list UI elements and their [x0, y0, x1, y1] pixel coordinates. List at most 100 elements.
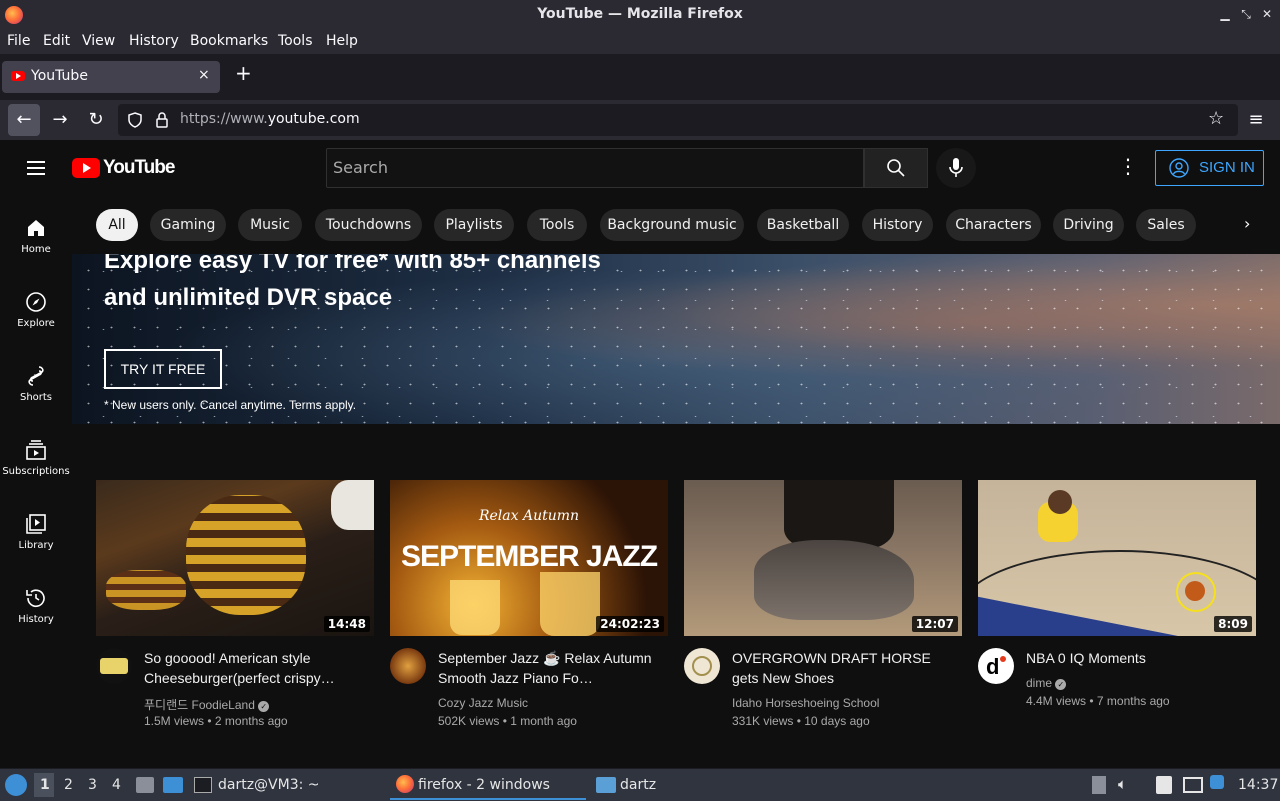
menu-file[interactable]: File	[7, 33, 30, 49]
file-manager-launcher-icon[interactable]	[136, 777, 154, 793]
video-thumbnail[interactable]: Relax Autumn SEPTEMBER JAZZ 24:02:23	[390, 480, 668, 636]
clipboard-icon[interactable]	[1156, 776, 1172, 794]
chip-driving[interactable]: Driving	[1053, 209, 1124, 241]
channel-avatar[interactable]	[390, 648, 426, 684]
chip-playlists[interactable]: Playlists	[434, 209, 514, 241]
search-button[interactable]	[864, 148, 928, 188]
workspace-4[interactable]: 4	[112, 777, 121, 793]
video-title[interactable]: September Jazz ☕ Relax Autumn Smooth Jaz…	[438, 648, 658, 688]
volume-icon[interactable]: 🔈︎	[1118, 775, 1127, 793]
sidebar-item-explore[interactable]: Explore	[0, 270, 72, 344]
microphone-icon	[949, 158, 963, 177]
thumbnail-title-text: SEPTEMBER JAZZ	[400, 540, 658, 573]
minimize-icon[interactable]: ▁	[1216, 5, 1234, 23]
video-title[interactable]: OVERGROWN DRAFT HORSE gets New Shoes	[732, 648, 952, 688]
channel-name[interactable]: Cozy Jazz Music	[438, 696, 528, 710]
back-button[interactable]: ←	[8, 104, 40, 136]
start-menu-icon[interactable]	[5, 774, 27, 796]
chip-all[interactable]: All	[96, 209, 138, 241]
chip-gaming[interactable]: Gaming	[150, 209, 226, 241]
maximize-icon[interactable]: ⤡	[1237, 5, 1255, 23]
video-card[interactable]: 14:48 So gooood! American style Cheesebu…	[96, 480, 374, 740]
search-input[interactable]: Search	[326, 148, 864, 188]
url-bar[interactable]: https://www.youtube.com ☆	[118, 104, 1238, 136]
channel-name[interactable]: 푸디랜드 FoodieLand ✓	[144, 696, 270, 713]
video-title[interactable]: So gooood! American style Cheeseburger(p…	[144, 648, 364, 688]
sidebar-item-subscriptions[interactable]: Subscriptions	[0, 418, 72, 492]
menu-tools[interactable]: Tools	[278, 33, 313, 49]
sidebar-item-library[interactable]: Library	[0, 492, 72, 566]
library-icon	[26, 514, 46, 534]
reload-button[interactable]: ↻	[80, 104, 112, 136]
video-thumbnail[interactable]: 8:09	[978, 480, 1256, 636]
chip-basketball[interactable]: Basketball	[757, 209, 849, 241]
chevron-right-icon[interactable]: ›	[1244, 214, 1250, 233]
taskbar-folder-label[interactable]: dartz	[620, 777, 656, 793]
menu-help[interactable]: Help	[326, 33, 358, 49]
tab-youtube[interactable]: YouTube ×	[2, 61, 220, 93]
close-icon[interactable]: ✕	[1258, 5, 1276, 23]
chip-bar: All Gaming Music Touchdowns Playlists To…	[72, 196, 1280, 254]
clock: 14:37	[1238, 777, 1279, 793]
youtube-logo-icon[interactable]	[72, 158, 100, 178]
video-card[interactable]: 8:09 d NBA 0 IQ Moments dime ✓ 4.4M view…	[978, 480, 1256, 740]
bookmark-star-icon[interactable]: ☆	[1208, 108, 1224, 129]
settings-kebab-icon[interactable]: ⋮	[1118, 154, 1138, 178]
channel-avatar[interactable]	[96, 648, 132, 684]
chip-characters[interactable]: Characters	[946, 209, 1041, 241]
video-thumbnail[interactable]: 14:48	[96, 480, 374, 636]
channel-avatar[interactable]: d	[978, 648, 1014, 684]
workspace-3[interactable]: 3	[88, 777, 97, 793]
menu-bookmarks[interactable]: Bookmarks	[190, 33, 268, 49]
channel-name[interactable]: dime ✓	[1026, 676, 1067, 690]
app-menu-button[interactable]: ≡	[1240, 104, 1272, 136]
compass-icon	[26, 292, 46, 312]
chip-touchdowns[interactable]: Touchdowns	[315, 209, 422, 241]
voice-search-button[interactable]	[936, 148, 976, 188]
taskbar-terminal-label[interactable]: dartz@VM3: ~	[218, 777, 320, 793]
lock-icon[interactable]	[154, 111, 170, 129]
notification-icon[interactable]	[1210, 775, 1224, 789]
promo-banner[interactable]: Explore easy TV for free* with 85+ chann…	[72, 254, 1280, 424]
history-icon	[26, 589, 45, 608]
menu-view[interactable]: View	[82, 33, 115, 49]
new-tab-button[interactable]: +	[235, 61, 252, 85]
url-text[interactable]: https://www.youtube.com	[180, 111, 360, 127]
network-icon[interactable]	[1183, 777, 1203, 793]
guide-sidebar: Home Explore Shorts Subscriptions Librar…	[0, 196, 72, 768]
guide-menu-icon[interactable]	[27, 157, 45, 179]
video-card[interactable]: 12:07 OVERGROWN DRAFT HORSE gets New Sho…	[684, 480, 962, 740]
taskbar-firefox-label[interactable]: firefox - 2 windows	[418, 777, 550, 793]
forward-button[interactable]: →	[44, 104, 76, 136]
menu-history[interactable]: History	[129, 33, 179, 49]
battery-icon[interactable]	[1092, 776, 1106, 794]
try-it-free-button[interactable]: TRY IT FREE	[104, 349, 222, 389]
video-title[interactable]: NBA 0 IQ Moments	[1026, 648, 1246, 668]
workspace-2[interactable]: 2	[64, 777, 73, 793]
tab-close-icon[interactable]: ×	[198, 67, 210, 83]
sign-in-button[interactable]: SIGN IN	[1155, 150, 1264, 186]
video-card[interactable]: Relax Autumn SEPTEMBER JAZZ 24:02:23 Sep…	[390, 480, 668, 740]
chip-music[interactable]: Music	[238, 209, 302, 241]
sidebar-item-label: Explore	[17, 318, 55, 329]
firefox-icon	[396, 775, 414, 793]
shield-icon[interactable]	[126, 111, 144, 129]
video-meta: 4.4M views • 7 months ago	[1026, 694, 1170, 708]
video-duration: 8:09	[1214, 616, 1252, 632]
channel-name[interactable]: Idaho Horseshoeing School	[732, 696, 879, 710]
sidebar-item-shorts[interactable]: Shorts	[0, 344, 72, 418]
youtube-logo-text[interactable]: YouTube	[103, 157, 175, 179]
folder-icon	[596, 777, 616, 793]
video-thumbnail[interactable]: 12:07	[684, 480, 962, 636]
chip-tools[interactable]: Tools	[527, 209, 587, 241]
video-meta: 502K views • 1 month ago	[438, 714, 577, 728]
chip-background-music[interactable]: Background music	[600, 209, 744, 241]
sidebar-item-home[interactable]: Home	[0, 196, 72, 270]
chip-history[interactable]: History	[862, 209, 933, 241]
channel-avatar[interactable]	[684, 648, 720, 684]
chip-sales[interactable]: Sales	[1136, 209, 1196, 241]
desktop-launcher-icon[interactable]	[163, 777, 183, 793]
menu-edit[interactable]: Edit	[43, 33, 70, 49]
sidebar-item-history[interactable]: History	[0, 566, 72, 640]
workspace-1[interactable]: 1	[40, 777, 50, 793]
